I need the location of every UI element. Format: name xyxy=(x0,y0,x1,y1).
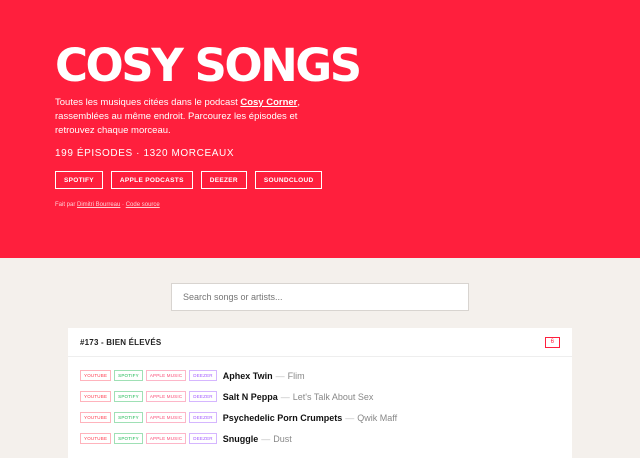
song-list: YOUTUBE SPOTIFY APPLE MUSIC DEEZER Aphex… xyxy=(68,357,572,449)
apple-music-link[interactable]: APPLE MUSIC xyxy=(145,370,187,381)
apple-podcasts-button[interactable]: APPLE PODCASTS xyxy=(110,171,193,189)
podcast-link[interactable]: Cosy Corner xyxy=(240,97,297,108)
song-artist: Salt N Peppa xyxy=(222,391,278,402)
page-description: Toutes les musiques citées dans le podca… xyxy=(55,96,330,138)
spotify-link[interactable]: SPOTIFY xyxy=(114,370,143,381)
song-title: Let's Talk About Sex xyxy=(292,391,374,402)
spotify-link[interactable]: SPOTIFY xyxy=(114,391,143,402)
song-row: YOUTUBE SPOTIFY APPLE MUSIC DEEZER Psych… xyxy=(68,407,572,428)
song-row: YOUTUBE SPOTIFY APPLE MUSIC DEEZER Salt … xyxy=(68,386,572,407)
song-title: Flim xyxy=(287,370,305,381)
song-row: YOUTUBE SPOTIFY APPLE MUSIC DEEZER Aphex… xyxy=(68,365,572,386)
episode-title: #173 - BIEN ÉLEVÉS xyxy=(80,337,162,347)
page-title: COSY SONGS xyxy=(55,39,362,92)
episode-card: #173 - BIEN ÉLEVÉS 6 YOUTUBE SPOTIFY APP… xyxy=(68,328,572,458)
description-text: Toutes les musiques citées dans le podca… xyxy=(55,97,241,108)
youtube-link[interactable]: YOUTUBE xyxy=(80,370,112,381)
song-title: Qwik Maff xyxy=(357,412,398,423)
youtube-link[interactable]: YOUTUBE xyxy=(80,412,112,423)
spotify-link[interactable]: SPOTIFY xyxy=(114,412,143,423)
platform-links: SPOTIFY APPLE PODCASTS DEEZER SOUNDCLOUD xyxy=(55,171,475,189)
apple-music-link[interactable]: APPLE MUSIC xyxy=(145,391,187,402)
soundcloud-button[interactable]: SOUNDCLOUD xyxy=(254,171,323,189)
deezer-link[interactable]: DEEZER xyxy=(189,391,217,402)
episode-header[interactable]: #173 - BIEN ÉLEVÉS 6 xyxy=(68,328,572,357)
song-count-badge: 6 xyxy=(544,336,560,348)
song-artist: Snuggle xyxy=(222,433,259,444)
search-input[interactable] xyxy=(171,283,469,311)
youtube-link[interactable]: YOUTUBE xyxy=(80,433,112,444)
stats-counts: 199 ÉPISODES · 1320 MORCEAUX xyxy=(55,148,235,159)
author-link[interactable]: Dimitri Bourreau xyxy=(77,202,120,208)
hero-section: COSY SONGS Toutes les musiques citées da… xyxy=(0,0,640,258)
deezer-link[interactable]: DEEZER xyxy=(189,433,217,444)
credit-prefix: Fait par xyxy=(55,202,78,208)
youtube-link[interactable]: YOUTUBE xyxy=(80,391,112,402)
apple-music-link[interactable]: APPLE MUSIC xyxy=(145,412,187,423)
apple-music-link[interactable]: APPLE MUSIC xyxy=(145,433,187,444)
deezer-link[interactable]: DEEZER xyxy=(189,370,217,381)
spotify-button[interactable]: SPOTIFY xyxy=(55,171,103,189)
song-artist: Aphex Twin xyxy=(222,370,273,381)
deezer-link[interactable]: DEEZER xyxy=(189,412,217,423)
song-row: YOUTUBE SPOTIFY APPLE MUSIC DEEZER Snugg… xyxy=(68,428,572,449)
spotify-link[interactable]: SPOTIFY xyxy=(114,433,143,444)
song-separator: — xyxy=(275,370,285,381)
song-artist: Psychedelic Porn Crumpets xyxy=(222,412,343,423)
song-separator: — xyxy=(261,433,271,444)
song-separator: — xyxy=(345,412,355,423)
song-title: Dust xyxy=(273,433,292,444)
song-separator: — xyxy=(280,391,290,402)
deezer-button[interactable]: DEEZER xyxy=(200,171,247,189)
source-code-link[interactable]: Code source xyxy=(126,202,160,208)
credit-line: Fait par Dimitri Bourreau · Code source xyxy=(55,202,475,208)
